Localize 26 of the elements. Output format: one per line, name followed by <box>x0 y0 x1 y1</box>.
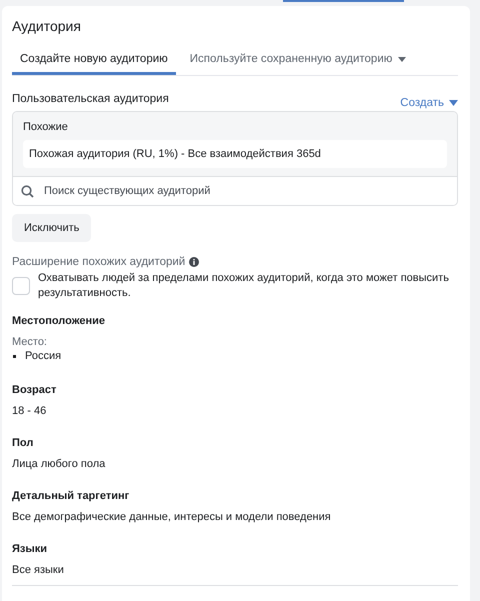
section-heading: Детальный таргетинг <box>12 490 130 502</box>
section-heading: Местоположение <box>12 315 106 327</box>
caret-icon <box>398 56 406 62</box>
field-value: Все языки <box>12 564 65 576</box>
field-value: Лица любого пола <box>12 458 106 470</box>
section-heading: Возраст <box>12 384 58 396</box>
tab[interactable]: Создайте новую аудиторию <box>12 53 176 75</box>
group-label: Похожие <box>23 121 69 133</box>
checkbox[interactable] <box>12 277 30 295</box>
section-heading: Пол <box>12 437 34 449</box>
field-label: Расширение похожих аудиторий <box>12 256 186 268</box>
caret-icon <box>449 100 458 106</box>
checkbox-label: Охватывать людей за пределами похожих аудиторий, когда это может повысить результативность. <box>38 271 450 301</box>
field-label: Пользовательская аудитория <box>12 93 169 105</box>
section-title: Аудитория <box>12 18 82 34</box>
field-value: Все демографические данные, интересы и модели поведения <box>12 511 332 523</box>
info-icon[interactable] <box>189 257 200 267</box>
create-link[interactable]: Создать <box>400 97 458 109</box>
field-value: 18 - 46 <box>12 405 48 417</box>
audience-chip[interactable]: Похожая аудитория (RU, 1%) - Все взаимодействия 365d <box>23 140 447 168</box>
section-heading: Языки <box>12 543 48 555</box>
exclude-button[interactable]: Исключить <box>12 214 92 242</box>
tab[interactable]: Используйте сохраненную аудиторию <box>182 53 414 75</box>
field-label: Место: <box>12 336 48 348</box>
list-item: Россия <box>12 350 458 362</box>
search-icon <box>21 184 34 198</box>
